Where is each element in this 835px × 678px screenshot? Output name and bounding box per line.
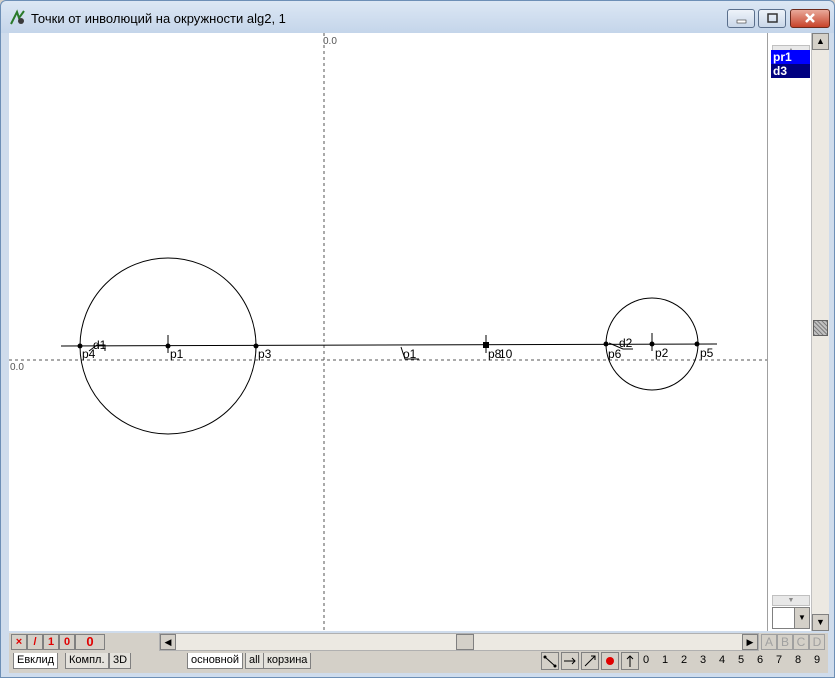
digit-6[interactable]: 6 <box>753 654 767 666</box>
status-bar: × / 1 0 0 ◀ ▶ A B C D <box>9 633 828 651</box>
maximize-icon <box>767 13 778 23</box>
arrow-right-tool-icon[interactable] <box>561 652 579 670</box>
button-b[interactable]: B <box>777 634 793 650</box>
label-p4: p4 <box>82 347 96 361</box>
digit-8[interactable]: 8 <box>791 654 805 666</box>
scroll-down-button[interactable]: ▼ <box>812 614 829 631</box>
label-p2: p2 <box>655 346 669 360</box>
tab-3d[interactable]: 3D <box>109 653 132 669</box>
layer-combo[interactable]: ▼ <box>772 607 810 629</box>
chevron-down-icon[interactable]: ▼ <box>794 608 809 628</box>
button-c[interactable]: C <box>793 634 809 650</box>
close-button[interactable] <box>790 9 830 28</box>
tab-euclid[interactable]: Евклид <box>13 653 59 669</box>
scroll-right-button[interactable]: ▶ <box>742 634 758 650</box>
label-p5: p5 <box>700 346 714 360</box>
maximize-button[interactable] <box>758 9 786 28</box>
indicator-one[interactable]: 1 <box>43 634 59 650</box>
scroll-up-button[interactable]: ▲ <box>812 33 829 50</box>
tabs-bar: Евклид Компл. 3D основной all корзина 0 … <box>9 651 828 673</box>
button-a[interactable]: A <box>761 634 777 650</box>
minimize-button[interactable] <box>727 9 755 28</box>
list-scroll-down-button[interactable]: ▼ <box>772 595 810 606</box>
list-item-pr1[interactable]: pr1 <box>771 50 810 64</box>
point-p6 <box>603 341 609 347</box>
label-o1: o1 <box>403 347 417 361</box>
axis-label-top: 0.0 <box>323 36 337 47</box>
app-icon <box>10 9 25 25</box>
digit-5[interactable]: 5 <box>734 654 748 666</box>
button-d[interactable]: D <box>809 634 825 650</box>
arrow-up-tool-icon[interactable] <box>621 652 639 670</box>
minimize-icon <box>736 19 747 24</box>
label-p6: p6 <box>608 347 622 361</box>
indicator-zero[interactable]: 0 <box>59 634 75 650</box>
point-p5 <box>694 341 700 347</box>
segment-tool-icon[interactable] <box>541 652 559 670</box>
horizontal-scroll-thumb[interactable] <box>456 634 474 650</box>
vertical-scrollbar[interactable]: ▲ ▼ <box>811 33 829 631</box>
tab-all[interactable]: all <box>245 653 265 669</box>
geometry-drawing: 0.0 0.0 d1 p4 p1 p3 o1 p8 10 d2 p6 p2 p5 <box>9 33 767 631</box>
counter-display: 0 <box>75 634 105 650</box>
indicator-x[interactable]: × <box>11 634 27 650</box>
scroll-left-button[interactable]: ◀ <box>160 634 176 650</box>
horizontal-scrollbar[interactable]: ◀ ▶ <box>159 633 759 651</box>
label-10: 10 <box>499 347 513 361</box>
indicator-slash[interactable]: / <box>27 634 43 650</box>
title-bar[interactable]: Точки от инволюций на окружности alg2, 1 <box>1 1 834 33</box>
label-p3: p3 <box>258 347 272 361</box>
list-item-d3[interactable]: d3 <box>771 64 810 78</box>
digit-4[interactable]: 4 <box>715 654 729 666</box>
tab-main-layer[interactable]: основной <box>187 653 243 669</box>
window-title: Точки от инволюций на окружности alg2, 1 <box>31 11 286 26</box>
vertical-scroll-thumb[interactable] <box>813 320 828 336</box>
digit-1[interactable]: 1 <box>658 654 672 666</box>
digit-0[interactable]: 0 <box>639 654 653 666</box>
axis-label-left: 0.0 <box>10 362 24 373</box>
digit-2[interactable]: 2 <box>677 654 691 666</box>
point-p2 <box>649 341 655 347</box>
object-list-panel: ▲ pr1 d3 ▼ ▼ <box>767 33 812 631</box>
digit-9[interactable]: 9 <box>810 654 824 666</box>
drawing-canvas[interactable]: 0.0 0.0 d1 p4 p1 p3 o1 p8 10 d2 p6 p2 p5 <box>9 33 767 631</box>
tab-complex[interactable]: Компл. <box>65 653 109 669</box>
tab-trash[interactable]: корзина <box>263 653 312 669</box>
diagonal-arrow-tool-icon[interactable] <box>581 652 599 670</box>
close-icon <box>805 13 815 23</box>
label-p1: p1 <box>170 347 184 361</box>
digit-3[interactable]: 3 <box>696 654 710 666</box>
digit-7[interactable]: 7 <box>772 654 786 666</box>
application-window: Точки от инволюций на окружности alg2, 1… <box>0 0 835 678</box>
point-tool-icon[interactable] <box>601 652 619 670</box>
